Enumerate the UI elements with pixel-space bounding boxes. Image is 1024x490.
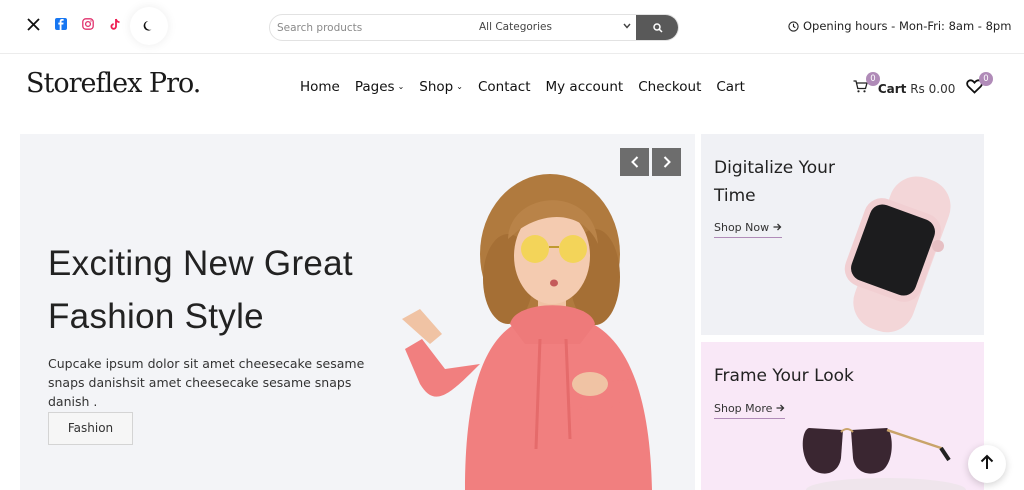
nav-cart-label: Cart	[716, 79, 745, 95]
smartwatch-image	[844, 176, 951, 333]
theme-toggle-button[interactable]	[130, 7, 168, 45]
banner-sunglasses-link-label: Shop More	[714, 402, 773, 415]
search-input[interactable]	[270, 15, 470, 40]
nav-my-account[interactable]: My account	[546, 79, 624, 95]
chevron-down-icon: ⌄	[456, 82, 463, 91]
category-select-value: All Categories	[479, 21, 552, 33]
nav-home[interactable]: Home	[300, 79, 340, 95]
nav-pages[interactable]: Pages ⌄	[355, 79, 404, 95]
hero-model-image	[402, 174, 652, 490]
nav-cart[interactable]: Cart	[716, 79, 745, 95]
main-nav: Home Pages ⌄ Shop ⌄ Contact My account Che…	[300, 79, 760, 95]
nav-contact-label: Contact	[477, 79, 531, 95]
search-button[interactable]	[636, 15, 678, 40]
search-icon	[652, 18, 663, 37]
clock-icon	[788, 21, 799, 35]
banner-watch-link[interactable]: Shop Now	[714, 221, 782, 238]
nav-contact[interactable]: Contact	[478, 79, 531, 95]
category-select[interactable]: All Categories	[479, 15, 637, 40]
banner-watch-link-label: Shop Now	[714, 221, 770, 234]
slider-prev-button[interactable]	[620, 148, 649, 176]
top-bar: All Categories Opening hours - Mon-Fri: …	[0, 0, 1024, 54]
nav-my-account-label: My account	[545, 79, 624, 95]
sunglasses-image	[802, 428, 966, 490]
opening-hours-text: Opening hours - Mon-Fri: 8am - 8pm	[803, 19, 1012, 33]
banner-sunglasses-link[interactable]: Shop More	[714, 402, 785, 419]
cart-amount: Rs 0.00	[910, 82, 956, 96]
nav-home-label: Home	[300, 79, 340, 95]
arrow-up-icon	[980, 454, 994, 474]
wishlist-count-badge: 0	[979, 72, 993, 86]
banner-watch-title: Digitalize Your Time	[714, 158, 835, 206]
facebook-icon[interactable]	[53, 18, 69, 34]
cart-count-badge: 0	[866, 72, 880, 86]
nav-shop[interactable]: Shop ⌄	[419, 79, 463, 95]
tiktok-icon[interactable]	[107, 18, 123, 35]
scroll-to-top-button[interactable]	[968, 445, 1006, 483]
slider-next-button[interactable]	[652, 148, 681, 176]
promo-banner-watch[interactable]: Digitalize Your Time Shop Now	[701, 134, 984, 335]
chevron-down-icon: ⌄	[397, 82, 405, 91]
nav-checkout-label: Checkout	[638, 79, 702, 95]
hero-fashion-button[interactable]: Fashion	[48, 412, 133, 445]
promo-banner-sunglasses[interactable]: Frame Your Look Shop More	[701, 342, 984, 490]
moon-icon	[143, 17, 155, 36]
hero-title: Exciting New Great Fashion Style	[48, 244, 353, 336]
search-bar: All Categories	[269, 14, 679, 41]
x-twitter-icon[interactable]	[25, 18, 41, 35]
arrow-right-icon	[776, 402, 785, 415]
hero-description: Cupcake ipsum dolor sit amet cheesecake …	[48, 356, 365, 409]
banner-sunglasses-title: Frame Your Look	[714, 366, 854, 386]
arrow-right-icon	[773, 221, 782, 234]
opening-hours: Opening hours - Mon-Fri: 8am - 8pm	[788, 19, 1011, 35]
chevron-down-icon	[623, 15, 631, 40]
site-logo[interactable]: Storeflex Pro.	[26, 68, 201, 99]
instagram-icon[interactable]	[80, 18, 96, 34]
cart-label: Cart	[877, 82, 907, 96]
nav-checkout[interactable]: Checkout	[638, 79, 701, 95]
hero-slider: Exciting New Great Fashion Style Cupcake…	[20, 134, 695, 490]
nav-shop-label: Shop	[419, 79, 454, 95]
chevron-left-icon	[630, 153, 639, 172]
chevron-right-icon	[663, 153, 671, 172]
nav-pages-label: Pages	[354, 79, 395, 95]
